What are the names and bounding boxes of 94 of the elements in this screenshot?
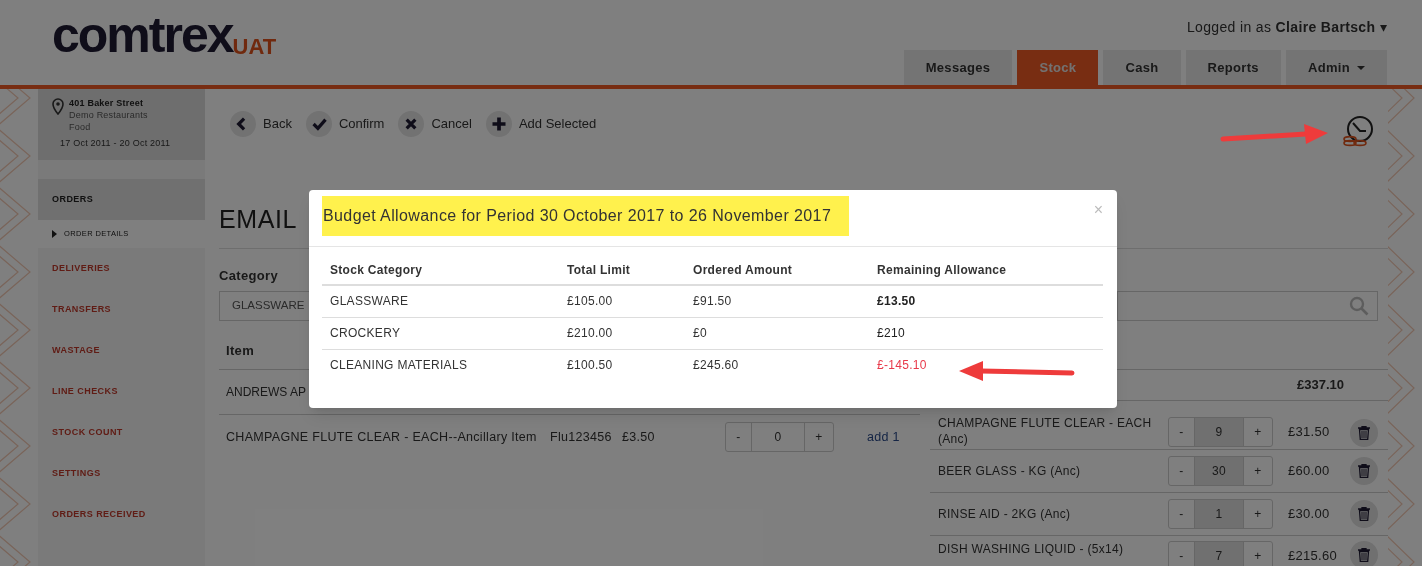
page-title: EMAIL: [219, 204, 298, 235]
quantity-stepper[interactable]: - 0 +: [725, 422, 834, 452]
user-menu[interactable]: Logged in as Claire Bartsch ▾: [1186, 17, 1387, 38]
order-line-name: CHAMPAGNE FLUTE CLEAR - EACH (Anc): [938, 415, 1153, 447]
logo-subtitle: UAT: [232, 36, 277, 58]
sidebar-item[interactable]: TRANSFERS: [38, 289, 205, 330]
search-icon: [1349, 296, 1369, 316]
increment-button[interactable]: +: [1244, 500, 1272, 528]
add-link[interactable]: add 1: [867, 427, 900, 447]
nav-tab[interactable]: Admin: [1285, 50, 1387, 85]
table-cell: £91.50: [693, 294, 732, 309]
order-line-name: BEER GLASS - KG (Anc): [938, 463, 1082, 479]
field-label: Category: [219, 267, 278, 282]
quantity-field[interactable]: 0: [751, 423, 805, 451]
order-line-amount: £60.00: [1288, 462, 1331, 480]
column-header: Ordered Amount: [685, 255, 869, 285]
item-name: ANDREWS AP: [226, 384, 306, 401]
location-name: 401 Baker Street: [69, 97, 145, 109]
order-line-amount: £31.50: [1288, 423, 1331, 441]
order-line-amount: £215.60: [1288, 547, 1339, 565]
location-pin-icon: [52, 98, 64, 115]
decrement-button[interactable]: -: [1169, 457, 1194, 485]
order-line-name: RINSE AID - 2KG (Anc): [938, 506, 1072, 522]
quantity-stepper[interactable]: - 9 +: [1168, 417, 1273, 447]
sidebar-item[interactable]: STOCK COUNT: [38, 412, 205, 453]
location-type: Food: [69, 121, 92, 133]
table-cell: £13.50: [877, 294, 916, 309]
table-cell: £100.50: [567, 358, 613, 373]
search-field[interactable]: [1117, 291, 1378, 321]
table-cell: £245.60: [693, 358, 739, 373]
sidebar-item[interactable]: SETTINGS: [38, 453, 205, 494]
decrement-button[interactable]: -: [1169, 418, 1194, 446]
increment-button[interactable]: +: [805, 423, 833, 451]
sidebar-item[interactable]: ORDERS: [38, 179, 205, 220]
table-cell: GLASSWARE: [330, 294, 409, 309]
location-company: Demo Restaurants: [69, 109, 149, 121]
sidebar-item[interactable]: ORDERS RECEIVED: [38, 494, 205, 535]
item-price: £3.50: [622, 428, 656, 446]
order-line-name: DISH WASHING LIQUID - (5x14): [938, 541, 1125, 557]
sidebar-item[interactable]: LINE CHECKS: [38, 371, 205, 412]
table-cell: £-145.10: [877, 358, 927, 373]
toolbar-button[interactable]: Confirm: [305, 111, 385, 137]
logo-wordmark: comtrex: [52, 10, 233, 60]
trash-icon: [1358, 464, 1370, 478]
sidebar-item[interactable]: WASTAGE: [38, 330, 205, 371]
column-header: Remaining Allowance: [869, 255, 1019, 285]
quantity-field[interactable]: 30: [1194, 457, 1244, 485]
table-cell: £210: [877, 326, 905, 340]
quantity-stepper[interactable]: - 30 +: [1168, 456, 1273, 486]
column-header: Item: [226, 342, 255, 360]
toolbar-button[interactable]: Cancel: [398, 111, 472, 137]
toolbar-button[interactable]: Back: [230, 111, 292, 137]
item-name: CHAMPAGNE FLUTE CLEAR - EACH--Ancillary Item: [226, 428, 538, 446]
increment-button[interactable]: +: [1244, 542, 1272, 566]
quantity-stepper[interactable]: - 7 +: [1168, 541, 1273, 566]
delete-button[interactable]: [1350, 457, 1378, 485]
table-cell: £105.00: [567, 294, 613, 309]
order-line-amount: £30.00: [1288, 505, 1331, 523]
delete-button[interactable]: [1350, 541, 1378, 566]
pointer-icon: [52, 230, 57, 238]
decrement-button[interactable]: -: [1169, 542, 1194, 566]
nav-tab[interactable]: Messages: [903, 50, 1013, 85]
back-icon: [230, 111, 256, 137]
trash-icon: [1358, 548, 1370, 562]
order-total: £337.10: [1297, 376, 1344, 395]
table-cell: CROCKERY: [330, 326, 401, 340]
toolbar-button[interactable]: Add Selected: [485, 111, 597, 137]
trash-icon: [1358, 507, 1370, 521]
table-cell: CLEANING MATERIALS: [330, 358, 468, 373]
delete-button[interactable]: [1350, 500, 1378, 528]
decrement-button[interactable]: -: [1169, 500, 1194, 528]
column-header: Stock Category: [322, 255, 559, 285]
quantity-field[interactable]: 7: [1194, 542, 1244, 566]
delete-button[interactable]: [1350, 419, 1378, 447]
budget-icon[interactable]: [1342, 115, 1376, 149]
column-header: Total Limit: [559, 255, 685, 285]
dialog-title: Budget Allowance for Period 30 October 2017 to 26 November 2017: [322, 196, 850, 236]
nav-tab[interactable]: Cash: [1103, 50, 1181, 85]
decrement-button[interactable]: -: [726, 423, 751, 451]
location-period: 17 Oct 2011 - 20 Oct 2011: [60, 137, 171, 149]
confirm-icon: [305, 111, 332, 137]
quantity-field[interactable]: 9: [1194, 418, 1244, 446]
item-code: Flu123456: [550, 428, 613, 446]
table-cell: £210.00: [567, 326, 613, 340]
quantity-field[interactable]: 1: [1194, 500, 1244, 528]
add-icon: [485, 111, 512, 137]
increment-button[interactable]: +: [1244, 418, 1272, 446]
sidebar-item[interactable]: DELIVERIES: [38, 248, 205, 289]
quantity-stepper[interactable]: - 1 +: [1168, 499, 1273, 529]
cancel-icon: [398, 111, 425, 137]
trash-icon: [1358, 426, 1370, 440]
nav-tab[interactable]: Reports: [1185, 50, 1281, 85]
table-cell: £0: [693, 326, 707, 340]
increment-button[interactable]: +: [1244, 457, 1272, 485]
